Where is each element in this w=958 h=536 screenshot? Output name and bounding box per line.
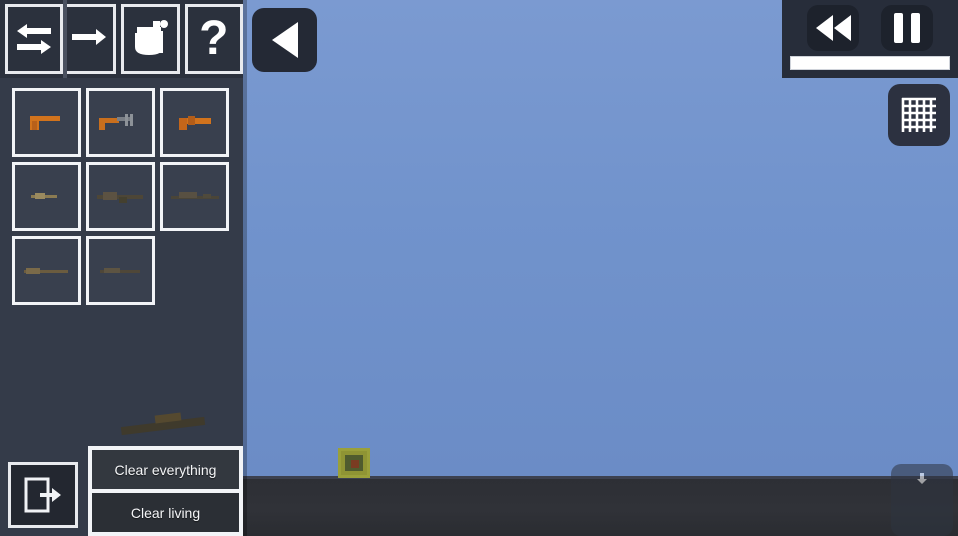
- arrow-tool-button[interactable]: [66, 4, 117, 74]
- clear-living-button[interactable]: Clear living: [92, 493, 239, 532]
- inventory-slot-shotgun[interactable]: [12, 236, 81, 305]
- crate-entity[interactable]: [338, 448, 370, 478]
- inventory-slot-smg[interactable]: [86, 88, 155, 157]
- inventory-slot-pistol[interactable]: [12, 88, 81, 157]
- crate-detail: [351, 460, 359, 468]
- back-button[interactable]: [252, 8, 317, 72]
- clear-buttons-group: Clear everything Clear living: [88, 446, 243, 536]
- inventory-grid: [12, 88, 234, 310]
- revolver-icon: [178, 115, 211, 130]
- pistol-icon: [29, 115, 60, 130]
- game-screen: ? Clear everything Clear living: [0, 0, 958, 536]
- clear-everything-button[interactable]: Clear everything: [92, 450, 239, 489]
- inventory-slot-carbine[interactable]: [12, 162, 81, 231]
- exit-button[interactable]: [8, 462, 78, 528]
- pause-icon: [894, 13, 903, 43]
- paint-tool-button[interactable]: [121, 4, 180, 74]
- sidebar-shadow: [243, 0, 247, 536]
- hunting-rifle-icon: [99, 267, 140, 273]
- grid-mesh-icon: [901, 97, 936, 132]
- toolbar: ?: [0, 0, 243, 78]
- swap-arrows-icon: [17, 24, 52, 54]
- inventory-slot-revolver[interactable]: [160, 88, 229, 157]
- rewind-icon-second: [833, 15, 851, 41]
- paint-bucket-icon: [135, 20, 169, 55]
- arrow-right-icon: [71, 29, 106, 45]
- inventory-slot-hunting-rifle[interactable]: [86, 236, 155, 305]
- assault-rifle-icon: [96, 191, 143, 203]
- pause-button[interactable]: [881, 5, 933, 51]
- help-tool-button[interactable]: ?: [184, 4, 243, 74]
- swap-tool-button[interactable]: [5, 4, 64, 74]
- download-arrow-icon: [917, 473, 927, 484]
- inventory-slot-assault-rifle[interactable]: [86, 162, 155, 231]
- playback-controls: [782, 0, 958, 78]
- rocket-launcher-icon: [120, 412, 206, 436]
- inventory-slot-sniper-rifle[interactable]: [160, 162, 229, 231]
- sniper-rifle-icon: [170, 191, 219, 199]
- speed-slider[interactable]: [790, 56, 950, 70]
- rewind-button[interactable]: [807, 5, 859, 51]
- carbine-icon: [30, 192, 57, 199]
- loose-item-rocket-launcher[interactable]: [115, 408, 225, 448]
- rewind-icon: [815, 15, 833, 41]
- triangle-left-icon: [271, 22, 298, 58]
- shotgun-icon: [23, 267, 68, 274]
- sidebar: ? Clear everything Clear living: [0, 0, 243, 536]
- exit-door-icon: [24, 477, 61, 513]
- grid-toggle-button[interactable]: [888, 84, 950, 146]
- question-mark-icon: ?: [199, 12, 229, 65]
- smg-icon: [98, 113, 133, 130]
- pause-icon-second: [911, 13, 920, 43]
- download-button[interactable]: [891, 464, 953, 536]
